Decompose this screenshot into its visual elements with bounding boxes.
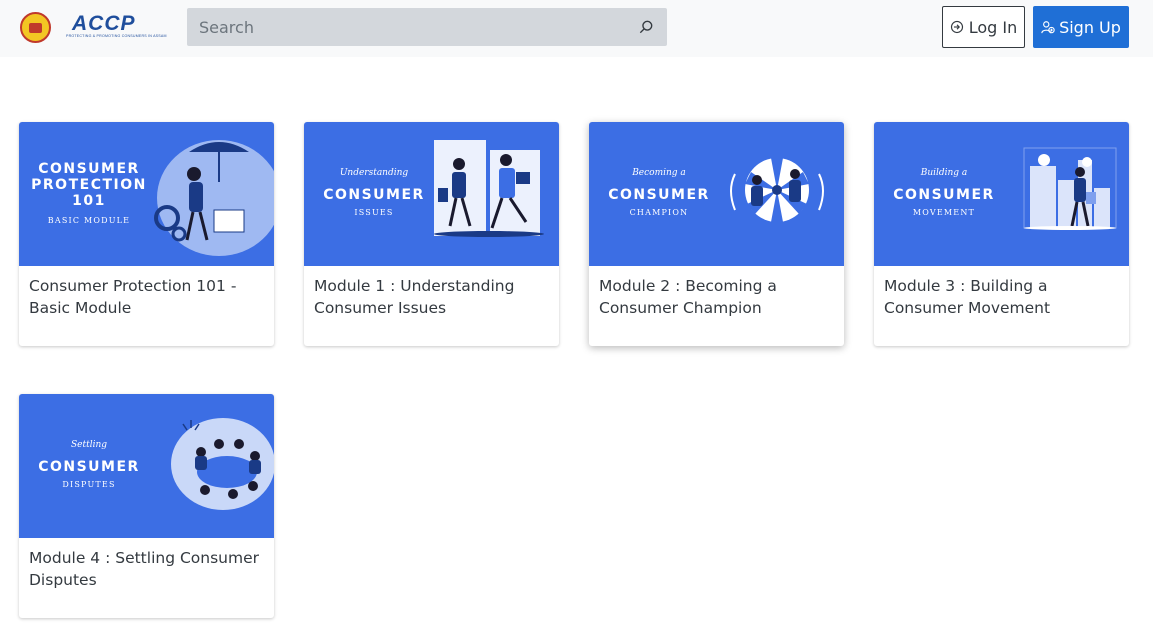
course-title: Consumer Protection 101 - Basic Module: [29, 277, 237, 317]
course-card[interactable]: Understanding CONSUMER ISSUES Module 1 :…: [304, 122, 559, 346]
thumb-kicker-text: Settling: [70, 440, 108, 450]
thumb-sub-text: CHAMPION: [629, 208, 689, 217]
course-thumbnail: Building a CONSUMER MOVEMENT: [874, 122, 1129, 266]
thumb-sub-text: BASIC MODULE: [47, 216, 131, 225]
course-thumbnail: Understanding CONSUMER ISSUES: [304, 122, 559, 266]
search-input[interactable]: [187, 8, 627, 46]
emblem-icon: [20, 12, 51, 43]
top-navbar: ACCP PROTECTING & PROMOTING CONSUMERS IN…: [0, 0, 1153, 57]
thumb-main-text: CONSUMER: [38, 459, 140, 475]
course-title: Module 3 : Building a Consumer Movement: [884, 277, 1051, 317]
course-thumbnail: CONSUMER PROTECTION 101 BASIC MODULE: [19, 122, 274, 266]
course-title: Module 2 : Becoming a Consumer Champion: [599, 277, 777, 317]
thumb-sub-text: DISPUTES: [62, 480, 116, 489]
logo-tagline: PROTECTING & PROMOTING CONSUMERS IN ASSA…: [66, 34, 167, 38]
thumb-kicker-text: Becoming a: [632, 168, 686, 178]
thumb-main-text: CONSUMER: [608, 187, 710, 203]
thumb-sub-text: ISSUES: [354, 208, 394, 217]
course-card[interactable]: CONSUMER PROTECTION 101 BASIC MODULE Con…: [19, 122, 274, 346]
accp-logo[interactable]: ACCP PROTECTING & PROMOTING CONSUMERS IN…: [20, 12, 167, 46]
thumb-main-text: CONSUMER PROTECTION 101: [31, 161, 147, 209]
search-icon[interactable]: [639, 20, 653, 34]
signup-button[interactable]: Sign Up: [1033, 6, 1129, 48]
search-bar: [187, 8, 667, 46]
course-title: Module 1 : Understanding Consumer Issues: [314, 277, 515, 317]
course-card[interactable]: Becoming a CONSUMER CHAMPION Module 2 : …: [589, 122, 844, 346]
course-title: Module 4 : Settling Consumer Disputes: [29, 549, 259, 589]
thumb-sub-text: MOVEMENT: [912, 208, 976, 217]
course-card[interactable]: Building a CONSUMER MOVEMENT Module 3 : …: [874, 122, 1129, 346]
signup-label: Sign Up: [1059, 17, 1121, 37]
login-button[interactable]: Log In: [942, 6, 1025, 48]
logo-text: ACCP: [72, 12, 136, 35]
thumb-kicker-text: Building a: [920, 168, 968, 178]
thumb-kicker-text: Understanding: [339, 168, 409, 178]
login-icon: [950, 20, 963, 34]
course-card[interactable]: Settling CONSUMER DISPUTES Module 4 : Se…: [19, 394, 274, 618]
login-label: Log In: [968, 17, 1018, 37]
course-thumbnail: Becoming a CONSUMER CHAMPION: [589, 122, 844, 266]
user-plus-icon: [1041, 21, 1055, 34]
course-thumbnail: Settling CONSUMER DISPUTES: [19, 394, 274, 538]
thumb-main-text: CONSUMER: [893, 187, 995, 203]
thumb-main-text: CONSUMER: [323, 187, 425, 203]
